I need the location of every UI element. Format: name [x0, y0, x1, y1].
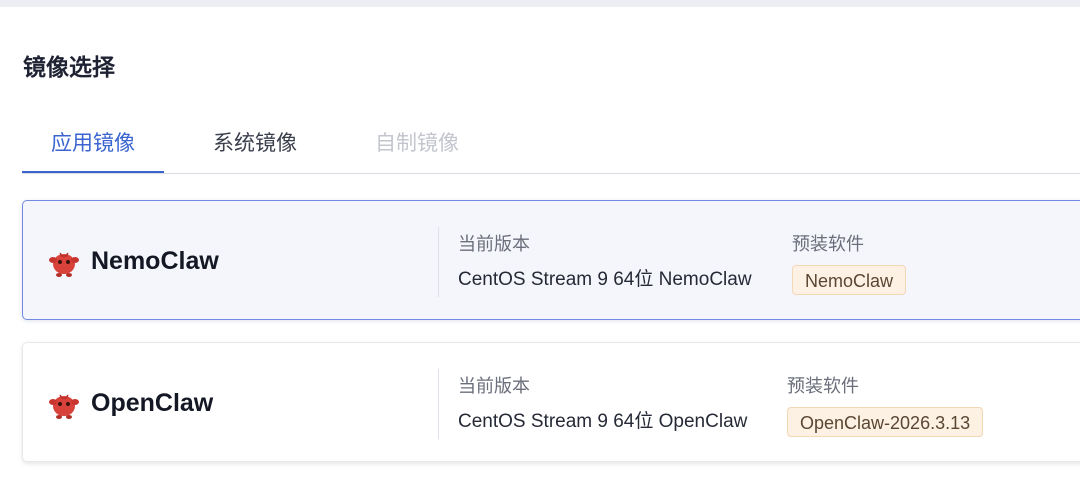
version-value: CentOS Stream 9 64位 NemoClaw [458, 269, 752, 290]
software-label: 预装软件 [792, 234, 864, 254]
image-name: OpenClaw [91, 389, 214, 417]
red-creature-icon [49, 252, 79, 277]
image-name: NemoClaw [91, 247, 219, 275]
card-divider [438, 369, 439, 439]
tab-custom-images[interactable]: 自制镜像 [354, 120, 480, 173]
red-creature-icon [49, 394, 79, 419]
software-label: 预装软件 [787, 376, 859, 396]
image-card-openclaw[interactable]: OpenClaw 当前版本 CentOS Stream 9 64位 OpenCl… [22, 342, 1080, 462]
version-value: CentOS Stream 9 64位 OpenClaw [458, 411, 748, 432]
version-label: 当前版本 [458, 376, 530, 396]
version-label: 当前版本 [458, 234, 530, 254]
tab-system-images[interactable]: 系统镜像 [192, 120, 318, 173]
software-tag: OpenClaw-2026.3.13 [787, 407, 984, 437]
image-card-nemoclaw[interactable]: NemoClaw 当前版本 CentOS Stream 9 64位 NemoCl… [22, 200, 1080, 320]
card-divider [438, 227, 439, 297]
software-tag: NemoClaw [792, 265, 907, 295]
tab-app-images[interactable]: 应用镜像 [22, 120, 164, 173]
image-tabs: 应用镜像 系统镜像 自制镜像 [22, 120, 1080, 174]
top-bar [0, 0, 1080, 7]
section-title: 镜像选择 [23, 54, 115, 80]
